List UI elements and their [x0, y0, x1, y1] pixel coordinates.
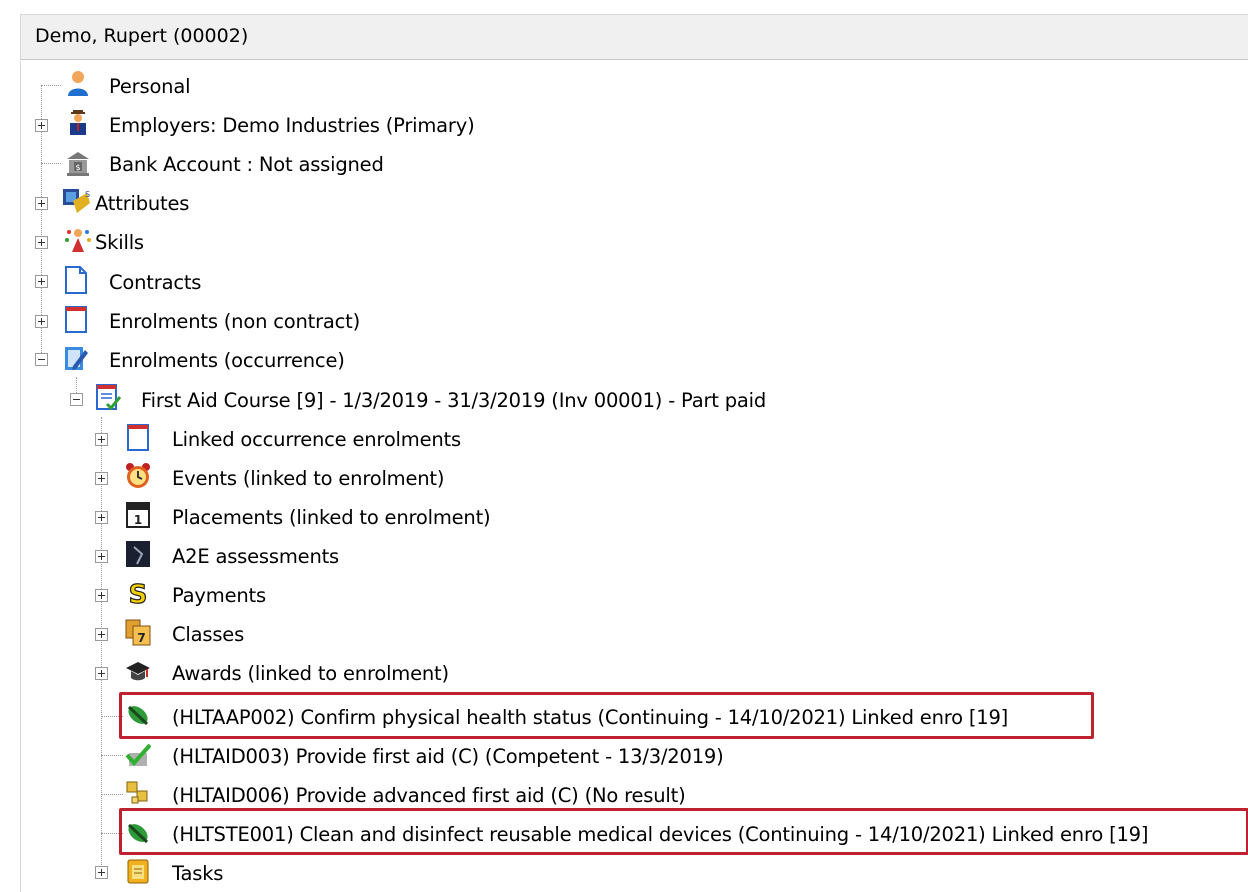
- bank-icon: $: [67, 152, 89, 176]
- enrolment-icon: [127, 424, 149, 451]
- expand-toggle[interactable]: [95, 472, 108, 485]
- attributes-icon: S: [63, 189, 90, 213]
- enrolment-icon: [65, 306, 87, 333]
- svg-text:S: S: [85, 190, 90, 199]
- expand-toggle[interactable]: [95, 511, 108, 524]
- tree-item-skills[interactable]: Skills: [95, 222, 144, 262]
- tree-item-classes[interactable]: Classes: [172, 614, 244, 654]
- tree-item-enrolments-occurrence[interactable]: Enrolments (occurrence): [109, 340, 345, 380]
- tree-connector: [101, 417, 102, 873]
- tree-item-enrolments-non-contract[interactable]: Enrolments (non contract): [109, 301, 360, 341]
- boxes-icon: [126, 781, 148, 804]
- expand-toggle[interactable]: [35, 236, 48, 249]
- graduation-cap-icon: [126, 662, 150, 681]
- tree-item-tasks[interactable]: Tasks: [172, 853, 223, 892]
- tree-connector: [41, 85, 61, 86]
- calendar-icon: 1: [126, 502, 150, 528]
- expand-toggle[interactable]: [35, 197, 48, 210]
- employer-icon: [70, 110, 86, 135]
- tree-item-awards[interactable]: Awards (linked to enrolment): [172, 653, 449, 693]
- person-icon: [68, 71, 88, 96]
- tree-item-bank-account[interactable]: Bank Account : Not assigned: [109, 144, 384, 184]
- tree-item-contracts[interactable]: Contracts: [109, 262, 201, 302]
- tree-item-enrolment-first-aid-course[interactable]: First Aid Course [9] - 1/3/2019 - 31/3/2…: [141, 380, 766, 420]
- alarm-clock-icon: [126, 463, 150, 488]
- highlight-box: [119, 692, 1094, 739]
- competent-check-icon: [125, 743, 151, 767]
- dollar-icon: S: [128, 579, 148, 607]
- tree-item-payments[interactable]: Payments: [172, 575, 266, 615]
- tree-item-attributes[interactable]: Attributes: [95, 183, 189, 223]
- expand-toggle[interactable]: [35, 315, 48, 328]
- record-tree[interactable]: Personal Employers: Demo Industries (Pri…: [20, 61, 1248, 892]
- enrolment-check-icon: [96, 384, 121, 411]
- expand-toggle[interactable]: [95, 628, 108, 641]
- collapse-toggle[interactable]: [70, 393, 83, 406]
- collapse-toggle[interactable]: [35, 353, 48, 366]
- tree-item-events[interactable]: Events (linked to enrolment): [172, 458, 444, 498]
- edit-document-icon: [65, 347, 88, 370]
- tree-item-linked-occurrence-enrolments[interactable]: Linked occurrence enrolments: [172, 419, 461, 459]
- tree-item-employers[interactable]: Employers: Demo Industries (Primary): [109, 105, 475, 145]
- svg-text:$: $: [75, 163, 80, 172]
- expand-toggle[interactable]: [95, 550, 108, 563]
- tree-item-personal[interactable]: Personal: [109, 66, 190, 106]
- svg-text:7: 7: [137, 631, 145, 645]
- window-title: Demo, Rupert (00002): [35, 25, 249, 47]
- classes-calendar-icon: 7: [125, 619, 151, 646]
- tree-connector: [41, 163, 61, 164]
- tasks-icon: [127, 859, 149, 884]
- expand-toggle[interactable]: [35, 275, 48, 288]
- tree-item-placements[interactable]: Placements (linked to enrolment): [172, 497, 491, 537]
- document-icon: [65, 266, 87, 294]
- tree-item-hltaid003[interactable]: (HLTAID003) Provide first aid (C) (Compe…: [172, 736, 724, 776]
- highlight-box: [119, 808, 1248, 855]
- skills-icon: [65, 229, 91, 252]
- expand-toggle[interactable]: [95, 866, 108, 879]
- window-title-bar: Demo, Rupert (00002): [20, 14, 1248, 60]
- svg-text:S: S: [129, 580, 148, 607]
- expand-toggle[interactable]: [35, 119, 48, 132]
- tree-connector: [101, 794, 123, 795]
- expand-toggle[interactable]: [95, 589, 108, 602]
- expand-toggle[interactable]: [95, 667, 108, 680]
- tree-connector: [101, 755, 123, 756]
- tree-item-a2e-assessments[interactable]: A2E assessments: [172, 536, 339, 576]
- assessment-icon: [126, 541, 150, 567]
- svg-text:1: 1: [134, 513, 142, 527]
- expand-toggle[interactable]: [95, 433, 108, 446]
